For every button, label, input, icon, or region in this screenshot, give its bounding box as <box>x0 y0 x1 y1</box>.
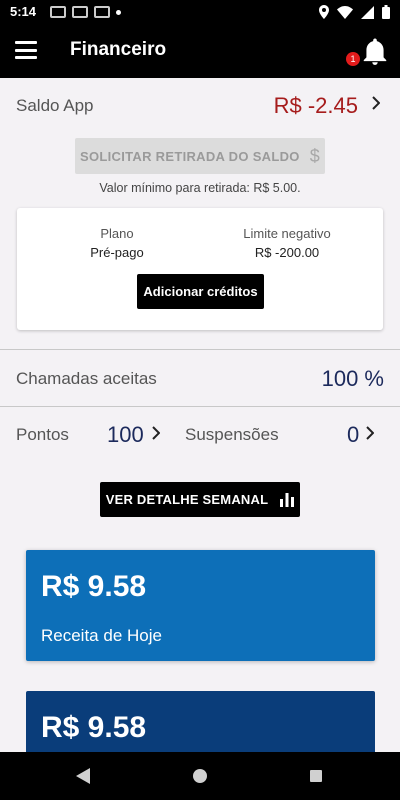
wifi-icon <box>337 5 353 19</box>
accepted-calls-value: 100 % <box>321 366 384 391</box>
plan-value: Pré-pago <box>90 245 144 260</box>
bar-chart-icon <box>280 492 295 507</box>
system-nav-bar <box>0 752 400 800</box>
add-credits-button[interactable]: Adicionar créditos <box>137 274 264 309</box>
weekly-detail-button[interactable]: VER DETALHE SEMANAL <box>100 482 300 517</box>
mail-notification-icon <box>72 6 88 18</box>
divider <box>0 349 400 350</box>
withdraw-button-label: SOLICITAR RETIRADA DO SALDO <box>79 148 300 164</box>
battery-icon <box>382 5 390 19</box>
notification-icons <box>50 3 121 21</box>
withdraw-balance-button[interactable]: SOLICITAR RETIRADA DO SALDO $ <box>75 138 325 174</box>
week-revenue-amount: R$ 9.58 <box>41 711 147 744</box>
saldo-value[interactable]: R$ -2.45 <box>274 93 358 119</box>
mail-notification-icon <box>50 6 66 18</box>
negative-limit-info: Limite negativo R$ -200.00 <box>222 226 352 260</box>
plan-label: Plano <box>100 226 134 241</box>
chevron-right-icon[interactable] <box>366 426 374 440</box>
accepted-calls-label: Chamadas aceitas <box>16 369 157 388</box>
suspensions-label: Suspensões <box>185 425 279 444</box>
chevron-right-icon[interactable] <box>152 426 160 440</box>
notification-badge: 1 <box>346 52 360 66</box>
today-revenue-label: Receita de Hoje <box>41 626 162 645</box>
weekly-detail-label: VER DETALHE SEMANAL <box>105 492 269 507</box>
dollar-icon: $ <box>309 145 321 166</box>
page-title: Financeiro <box>70 39 167 60</box>
status-time: 5:14 <box>10 4 37 19</box>
divider <box>0 406 400 407</box>
back-icon[interactable] <box>76 768 90 784</box>
app-bar: Financeiro <box>0 24 400 78</box>
today-revenue-amount: R$ 9.58 <box>41 570 147 603</box>
points-label: Pontos <box>16 425 69 444</box>
signal-icon <box>361 5 374 19</box>
saldo-label: Saldo App <box>16 96 94 115</box>
plan-card: Plano Pré-pago Limite negativo R$ -200.0… <box>17 208 383 330</box>
today-revenue-card[interactable]: R$ 9.58 Receita de Hoje <box>26 550 375 661</box>
home-icon[interactable] <box>193 769 207 783</box>
plan-info: Plano Pré-pago <box>67 226 167 260</box>
status-bar: 5:14 <box>0 0 400 24</box>
suspensions-value[interactable]: 0 <box>347 422 359 448</box>
recent-apps-icon[interactable] <box>310 770 322 782</box>
negative-limit-label: Limite negativo <box>243 226 331 241</box>
location-icon <box>319 5 329 19</box>
menu-icon[interactable] <box>14 39 38 61</box>
bell-icon[interactable] <box>362 36 388 66</box>
negative-limit-value: R$ -200.00 <box>254 245 320 260</box>
chevron-right-icon[interactable] <box>372 96 380 110</box>
points-value[interactable]: 100 <box>107 422 144 448</box>
gmail-icon <box>94 6 110 18</box>
more-notifications-dot <box>116 9 121 15</box>
system-icons <box>319 3 390 21</box>
minimum-withdraw-note: Valor mínimo para retirada: R$ 5.00. <box>99 181 301 195</box>
